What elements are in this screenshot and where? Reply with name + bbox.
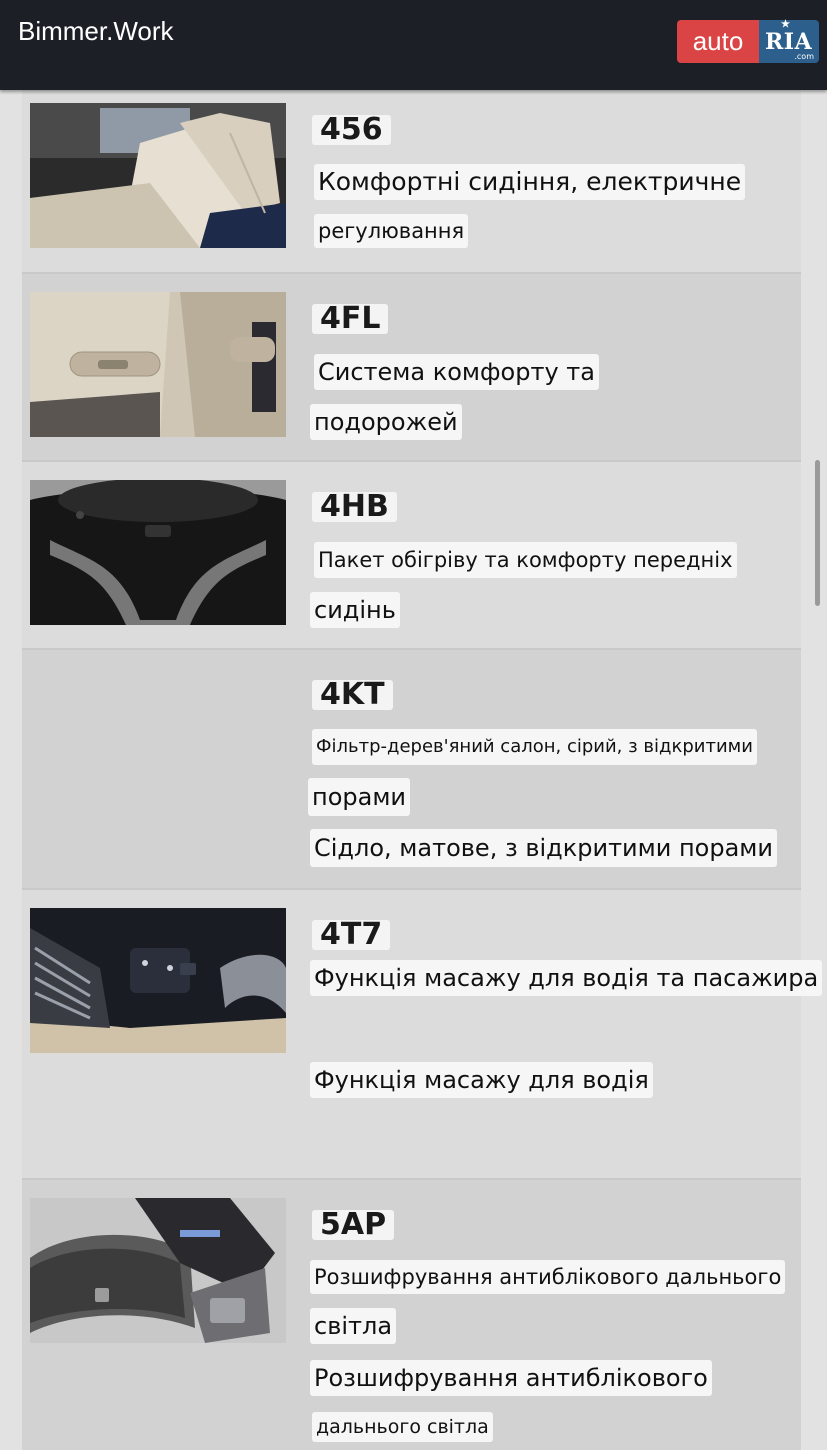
option-item[interactable]: 5AP Розшифрування антиблікового дальньог… bbox=[22, 1178, 801, 1450]
rear-mirror-camera-photo bbox=[30, 1198, 286, 1343]
steering-wheel-photo bbox=[30, 480, 286, 625]
auto-ria-logo[interactable]: auto ★ RIA .com bbox=[677, 19, 819, 63]
option-description: Фільтр-дерев'яний салон, сірий, з відкри… bbox=[312, 729, 757, 765]
option-description: Пакет обігріву та комфорту передніх bbox=[314, 542, 737, 578]
option-code: 456 bbox=[312, 115, 391, 145]
seat-back-photo bbox=[30, 292, 286, 437]
app-header: Bimmer.Work auto ★ RIA .com bbox=[0, 0, 827, 90]
option-code: 5AP bbox=[312, 1210, 395, 1240]
logo-auto-text: auto bbox=[677, 20, 759, 63]
logo-ria-badge: ★ RIA .com bbox=[759, 19, 819, 63]
door-controls-photo bbox=[30, 908, 286, 1053]
option-description: регулювання bbox=[314, 214, 469, 248]
option-item[interactable]: 4FL Система комфорту та подорожей bbox=[22, 272, 801, 462]
option-code: 4HB bbox=[312, 492, 397, 522]
option-description: Розшифрування антиблікового bbox=[310, 1360, 712, 1396]
option-description: подорожей bbox=[310, 404, 462, 440]
option-description: Комфортні сидіння, електричне bbox=[314, 164, 746, 200]
option-description: порами bbox=[308, 778, 411, 816]
option-description: Функція масажу для водія та пасажира bbox=[310, 960, 823, 996]
option-code: 4KT bbox=[312, 680, 393, 710]
option-description: світла bbox=[310, 1308, 397, 1344]
option-description: дальнього світла bbox=[312, 1412, 493, 1442]
option-item[interactable]: 4HB Пакет обігріву та комфорту передніх … bbox=[22, 460, 801, 650]
option-code: 4FL bbox=[312, 304, 389, 334]
option-description: Система комфорту та bbox=[314, 354, 599, 390]
site-title[interactable]: Bimmer.Work bbox=[18, 16, 174, 47]
option-item[interactable]: 456 Комфортні сидіння, електричне регулю… bbox=[22, 90, 801, 272]
option-description: Розшифрування антиблікового дальнього bbox=[310, 1260, 786, 1294]
option-code: 4T7 bbox=[312, 920, 391, 950]
logo-com-text: .com bbox=[794, 52, 814, 61]
scrollbar[interactable] bbox=[815, 460, 820, 606]
option-description: Сідло, матове, з відкритими порами bbox=[310, 829, 777, 867]
option-description: Функція масажу для водія bbox=[310, 1062, 653, 1098]
option-item[interactable]: 4KT Фільтр-дерев'яний салон, сірий, з ві… bbox=[22, 648, 801, 890]
leather-seat-photo bbox=[30, 103, 286, 248]
option-description: сидінь bbox=[310, 592, 400, 628]
option-item[interactable]: 4T7 Функція масажу для водія та пасажира… bbox=[22, 888, 823, 1180]
